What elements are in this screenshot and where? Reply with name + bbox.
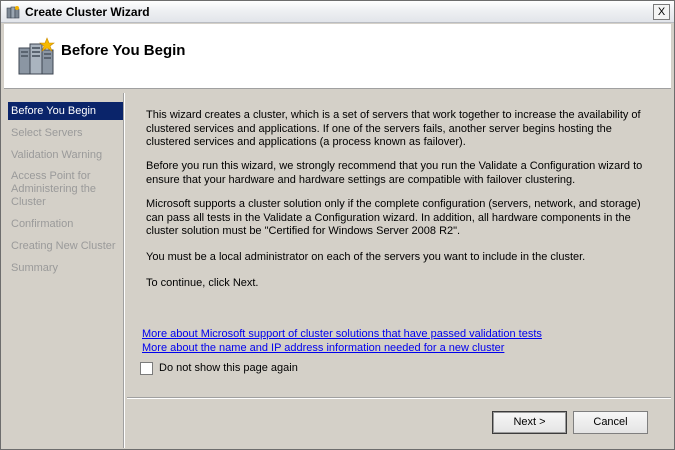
dont-show-again-checkbox[interactable]	[140, 362, 153, 375]
window-title: Create Cluster Wizard	[25, 5, 150, 19]
step-validation-warning: Validation Warning	[11, 149, 103, 161]
wizard-window: Create Cluster Wizard X Before You Begin…	[0, 0, 675, 450]
name-ip-info-link[interactable]: More about the name and IP address infor…	[142, 342, 542, 356]
validate-paragraph: Before you run this wizard, we strongly …	[146, 160, 643, 186]
step-before-you-begin[interactable]: Before You Begin	[8, 102, 124, 120]
wizard-steps-sidebar: Before You Begin Select Servers Validati…	[4, 93, 125, 448]
close-button[interactable]: X	[653, 4, 670, 20]
footer-separator	[127, 397, 671, 399]
cancel-button[interactable]: Cancel	[573, 411, 648, 434]
wizard-header: Before You Begin	[4, 24, 671, 89]
step-access-point: Access Point for Administering the Clust…	[11, 170, 96, 208]
support-paragraph: Microsoft supports a cluster solution on…	[146, 198, 641, 237]
title-bar: Create Cluster Wizard X	[1, 1, 674, 23]
admin-paragraph: You must be a local administrator on eac…	[146, 251, 586, 263]
dont-show-again-label[interactable]: Do not show this page again	[159, 362, 298, 374]
continue-paragraph: To continue, click Next.	[146, 277, 259, 289]
intro-paragraph: This wizard creates a cluster, which is …	[146, 109, 641, 148]
step-creating-new-cluster: Creating New Cluster	[11, 240, 116, 252]
step-select-servers: Select Servers	[11, 127, 83, 139]
help-links: More about Microsoft support of cluster …	[142, 328, 542, 355]
cluster-servers-icon	[18, 37, 55, 75]
step-confirmation: Confirmation	[11, 218, 74, 230]
support-info-link[interactable]: More about Microsoft support of cluster …	[142, 328, 542, 342]
cluster-app-icon	[6, 6, 20, 19]
next-button[interactable]: Next >	[492, 411, 567, 434]
page-title: Before You Begin	[61, 42, 186, 59]
step-summary: Summary	[11, 262, 59, 274]
